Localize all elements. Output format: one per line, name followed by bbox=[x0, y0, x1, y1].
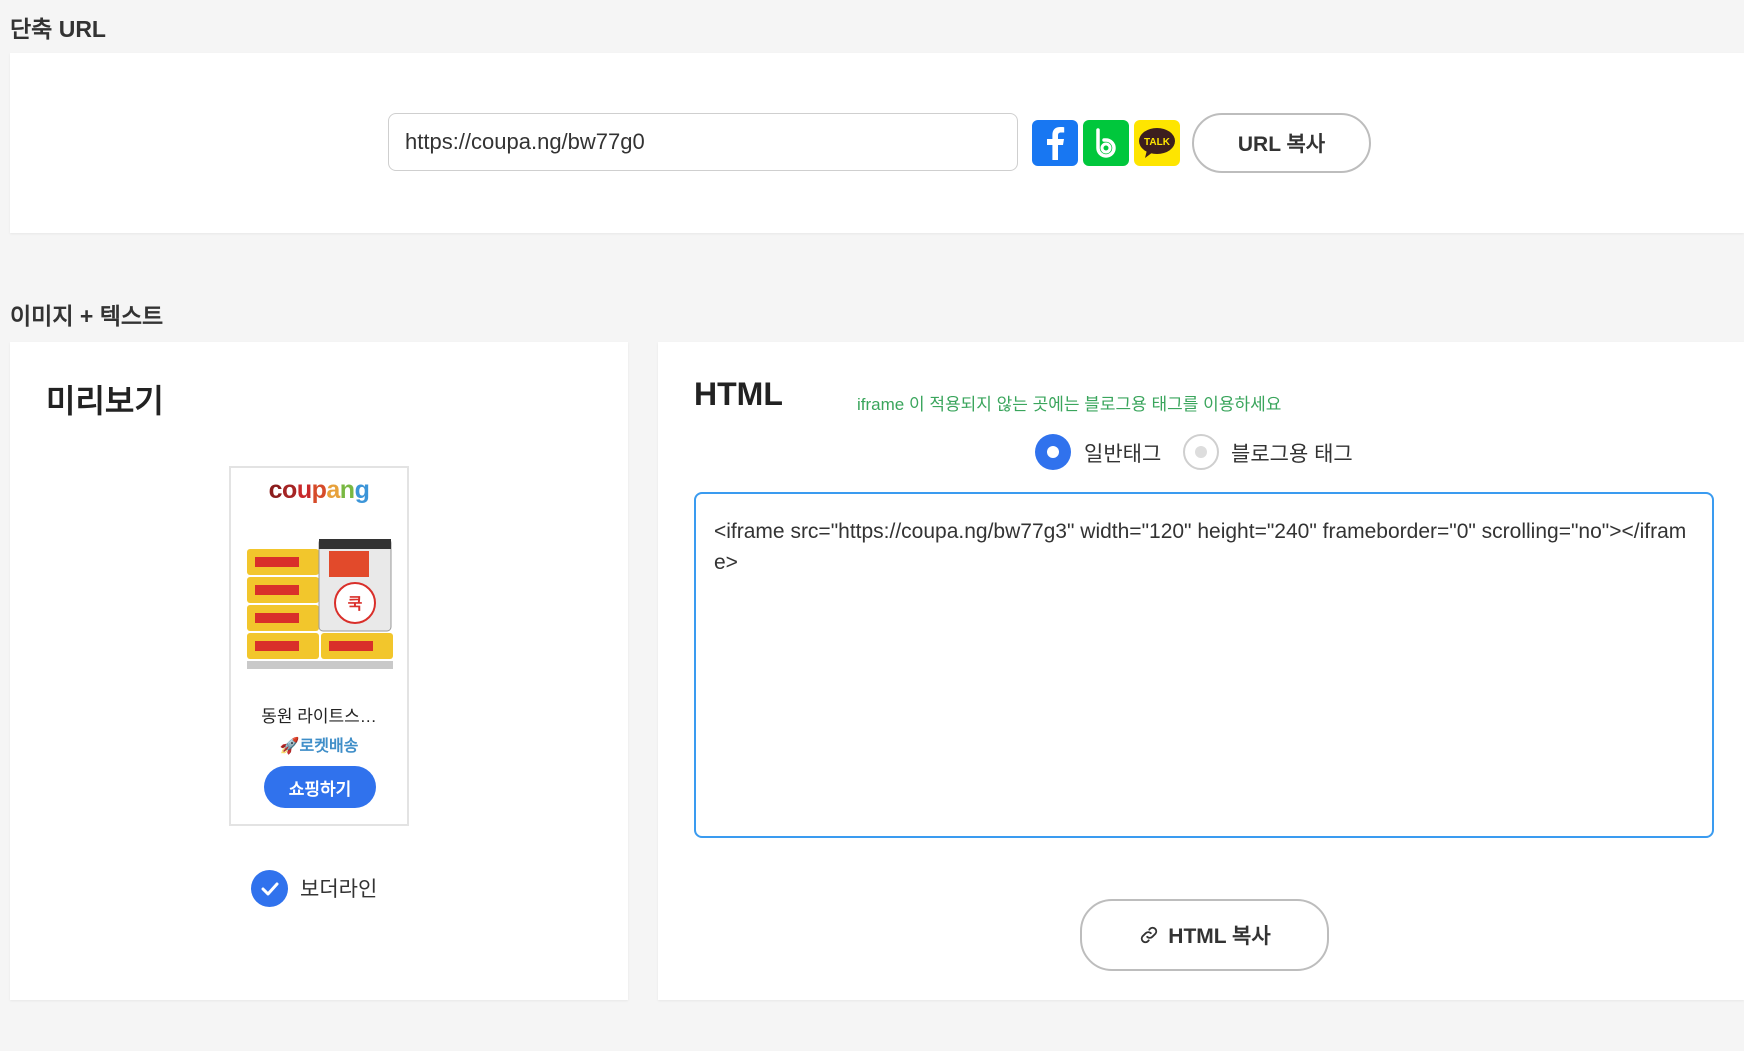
rocket-delivery-badge: 🚀로켓배송 bbox=[279, 738, 359, 755]
blog-tag-radio[interactable] bbox=[1183, 434, 1219, 470]
checkmark-icon bbox=[261, 882, 278, 895]
border-line-checkbox[interactable] bbox=[251, 870, 288, 907]
band-icon bbox=[1096, 128, 1116, 158]
preview-title: 미리보기 bbox=[46, 383, 164, 419]
shopping-button[interactable]: 쇼핑하기 bbox=[264, 766, 376, 808]
html-code-textarea[interactable]: <iframe src="https://coupa.ng/bw77g3" wi… bbox=[694, 492, 1714, 838]
facebook-icon bbox=[1047, 127, 1065, 160]
iframe-hint-text: iframe 이 적용되지 않는 곳에는 블로그용 태그를 이용하세요 bbox=[857, 395, 1282, 414]
short-url-section-title: 단축 URL bbox=[10, 16, 106, 42]
url-copy-button[interactable]: URL 복사 bbox=[1192, 113, 1371, 173]
html-copy-button[interactable]: HTML 복사 bbox=[1080, 899, 1329, 971]
kakao-talk-icon: TALK bbox=[1139, 128, 1175, 158]
svg-text:쿡: 쿡 bbox=[348, 594, 363, 613]
general-tag-label[interactable]: 일반태그 bbox=[1084, 438, 1161, 468]
link-icon bbox=[1141, 926, 1158, 944]
product-widget-preview: coupang 쿡 동원 라이트스… 🚀로켓배송 쇼핑하기 bbox=[229, 466, 409, 826]
short-url-field[interactable]: https://coupa.ng/bw77g0 bbox=[388, 113, 1018, 171]
product-image: 쿡 bbox=[247, 539, 393, 669]
product-name: 동원 라이트스… bbox=[261, 707, 377, 726]
html-title: HTML bbox=[694, 376, 783, 412]
html-copy-label: HTML 복사 bbox=[1168, 925, 1271, 948]
facebook-share-button[interactable] bbox=[1032, 120, 1078, 166]
svg-text:TALK: TALK bbox=[1144, 137, 1171, 148]
band-share-button[interactable] bbox=[1083, 120, 1129, 166]
border-line-label: 보더라인 bbox=[300, 878, 378, 901]
general-tag-radio[interactable] bbox=[1035, 434, 1071, 470]
image-text-section-title: 이미지 + 텍스트 bbox=[10, 303, 164, 329]
kakao-share-button[interactable]: TALK bbox=[1134, 120, 1180, 166]
coupang-logo: coupang bbox=[268, 476, 370, 504]
blog-tag-label[interactable]: 블로그용 태그 bbox=[1231, 438, 1353, 468]
